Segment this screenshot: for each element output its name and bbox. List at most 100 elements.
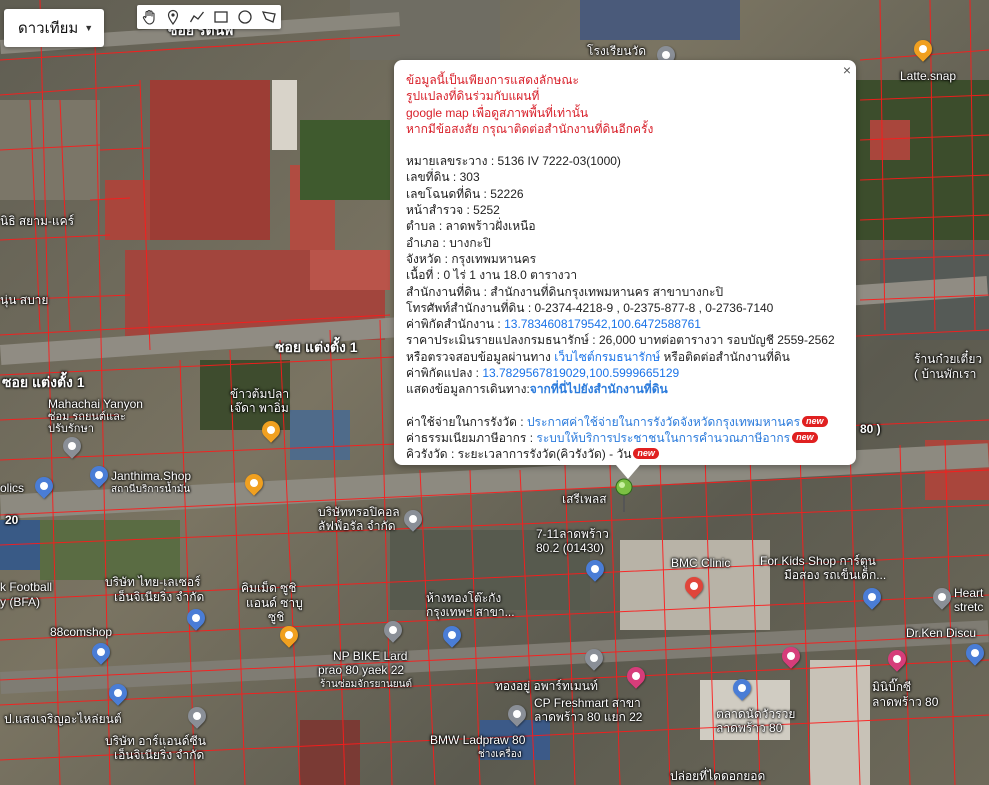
place-label: ช่างเครื่อง	[478, 749, 522, 760]
field-row: ค่าพิกัดแปลง : 13.7829567819029,100.5999…	[406, 366, 680, 381]
place-label: ลัฟฟ์อรัล จำกัด	[318, 519, 396, 533]
selected-parcel-marker-icon[interactable]	[614, 478, 634, 514]
disclaimer-line: ข้อมูลนี้เป็นเพียงการแสดงลักษณะ	[406, 73, 579, 87]
field-value: 0-2374-4218-9 , 0-2375-877-8 , 0-2736-71…	[534, 300, 774, 315]
field-label: โทรศัพท์สำนักงานที่ดิน	[406, 300, 525, 315]
polygon-icon	[261, 11, 276, 23]
marker-icon	[167, 9, 179, 25]
hand-icon	[142, 9, 155, 25]
new-badge: new	[633, 448, 659, 460]
place-label[interactable]: Dr.Ken Discu	[906, 627, 976, 640]
place-label[interactable]: Latte.snap	[900, 70, 956, 83]
field-value: กรุงเทพมหานคร	[451, 251, 537, 266]
field-row: ราคาประเมินรายแปลงกรมธนารักษ์ : 26,000 บ…	[406, 333, 835, 348]
field-row: เลขที่ดิน : 303	[406, 170, 480, 185]
place-label[interactable]: โรงเรียนวัด	[587, 45, 646, 58]
fee-row: ค่าใช้จ่ายในการรังวัด : ประกาศค่าใช้จ่าย…	[406, 414, 844, 430]
polyline-tool-button[interactable]	[185, 5, 209, 29]
field-label: ตำบล	[406, 219, 436, 234]
rectangle-icon	[214, 11, 228, 23]
road-label: ซอย แต่งตั้ง 1	[2, 374, 85, 390]
field-row: สำนักงานที่ดิน : สำนักงานที่ดินกรุงเทพมห…	[406, 284, 724, 299]
place-label[interactable]: ร้านก๋วยเตี๋ยว	[914, 353, 982, 366]
field-label: แสดงข้อมูลการเดินทาง:	[406, 382, 530, 397]
place-label[interactable]: มินิบิ๊กซี	[872, 681, 911, 694]
place-label: 80.2 (01430)	[536, 541, 605, 555]
field-row: อำเภอ : บางกะปิ	[406, 235, 491, 250]
field-value: 303	[459, 170, 480, 185]
place-label[interactable]: NP BIKE Lard	[333, 650, 407, 663]
check-prefix: หรือตรวจสอบข้อมูลผ่านทาง	[406, 349, 551, 364]
circle-tool-button[interactable]	[233, 5, 257, 29]
place-label[interactable]: 7-11ลาดพร้าว	[536, 528, 609, 541]
chevron-down-icon: ▼	[84, 23, 94, 33]
place-label[interactable]: บริษัททรอปิคอล	[318, 506, 400, 519]
treasury-website-link[interactable]: เว็บไซต์กรมธนารักษ์	[554, 350, 660, 364]
place-label[interactable]: 88comshop	[50, 626, 112, 639]
parcel-coordinate-link[interactable]: 13.7829567819029,100.5999665129	[482, 366, 679, 380]
disclaimer-line: google map เพื่อดูสภาพพื้นที่เท่านั้น	[406, 105, 589, 120]
close-icon[interactable]: ×	[843, 62, 851, 78]
place-label: ลาดพร้าว 80	[716, 721, 783, 735]
road-label: ซอย แต่งตั้ง 1	[275, 339, 358, 355]
place-label[interactable]: เสรีเพลส	[562, 493, 607, 506]
place-label: สถานีบริการน้ำมัน	[111, 484, 191, 495]
place-label[interactable]: บริษัท อาร์แอนด์ซีน	[105, 735, 206, 748]
survey-cost-link[interactable]: ประกาศค่าใช้จ่ายในการรังวัดจังหวัดกรุงเท…	[527, 415, 800, 429]
place-label[interactable]: ทองอยู่ อพาร์ทเมนท์	[495, 680, 598, 693]
place-label: แอนด์ ซาบู	[246, 596, 303, 610]
place-label[interactable]: For Kids Shop การ์ตูน	[760, 555, 876, 568]
rectangle-tool-button[interactable]	[209, 5, 233, 29]
place-label[interactable]: BMW Ladpraw 80	[430, 734, 525, 747]
place-label: ซูชิ	[268, 610, 285, 624]
field-row: จังหวัด : กรุงเทพมหานคร	[406, 251, 537, 266]
place-label[interactable]: บริษัท ไทย-เลเซอร์	[105, 576, 201, 589]
place-label[interactable]: BMC Clinic	[671, 557, 730, 570]
place-label[interactable]: ป.แสงเจริญอะไหล่ยนต์	[4, 713, 122, 726]
route-link[interactable]: จากที่นี่ไปยังสำนักงานที่ดิน	[530, 382, 668, 396]
disclaimer-line: หากมีข้อสงสัย กรุณาติดต่อสำนักงานที่ดินอ…	[406, 121, 654, 136]
place-label: ( บ้านพักเรา	[914, 367, 977, 381]
place-label[interactable]: ปล่อยที่ไดดอกยอด	[670, 770, 765, 783]
marker-tool-button[interactable]	[161, 5, 185, 29]
field-row: หมายเลขระวาง : 5136 IV 7222-03(1000)	[406, 154, 621, 169]
place-label[interactable]: Mahachai Yanyon	[48, 398, 143, 411]
place-label[interactable]: k Football	[0, 581, 52, 594]
hand-tool-button[interactable]	[137, 5, 161, 29]
field-row: เนื้อที่ : 0 ไร่ 1 งาน 18.0 ตารางวา	[406, 268, 578, 283]
field-label: หน้าสำรวจ	[406, 203, 464, 218]
field-value: 0 ไร่ 1 งาน 18.0 ตารางวา	[443, 268, 578, 283]
tax-service-link[interactable]: ระบบให้บริการประชาชนในการคำนวณภาษีอากร	[536, 431, 790, 445]
place-label[interactable]: ข้าวต้มปลา	[230, 388, 289, 401]
new-badge: new	[802, 415, 828, 427]
field-label: ราคาประเมินรายแปลงกรมธนารักษ์	[406, 333, 589, 348]
place-label[interactable]: olics	[0, 482, 24, 495]
office-coordinate-link[interactable]: 13.7834608179542,100.6472588761	[504, 317, 701, 331]
field-label: เนื้อที่	[406, 268, 434, 283]
field-row: แสดงข้อมูลการเดินทาง:จากที่นี่ไปยังสำนัก…	[406, 381, 844, 397]
field-label: อำเภอ	[406, 235, 440, 250]
place-label: เอ็นจิเนียริ่ง จำกัด	[114, 590, 205, 604]
place-label[interactable]: Janthima.Shop	[111, 470, 191, 483]
field-row: เลขโฉนดที่ดิน : 52226	[406, 186, 524, 201]
field-label: จังหวัด	[406, 251, 442, 266]
check-suffix: หรือติดต่อสำนักงานที่ดิน	[663, 349, 790, 364]
polygon-tool-button[interactable]	[257, 5, 281, 29]
disclaimer-line: รูปแปลงที่ดินร่วมกับแผนที่	[406, 89, 540, 104]
place-label[interactable]: คิมเม็ด ซูชิ	[241, 582, 296, 595]
place-label: ลาดพร้าว 80 แยก 22	[534, 710, 643, 724]
field-value: 5136 IV 7222-03(1000)	[497, 154, 621, 169]
survey-queue-value: ระยะเวลาการรังวัด(คิวรังวัด) - วัน	[457, 447, 632, 462]
place-label[interactable]: นุ่น สบาย	[0, 294, 48, 307]
place-label[interactable]: ห้างทองโต๊ะกัง	[426, 592, 501, 605]
place-label[interactable]: ตลาดนัดวัวรวย	[716, 708, 795, 721]
place-label[interactable]: นิธิ สยาม-แคร์	[0, 215, 74, 228]
field-row: หรือตรวจสอบข้อมูลผ่านทาง เว็บไซต์กรมธนาร…	[406, 349, 844, 365]
place-label[interactable]: Heart	[954, 587, 983, 600]
field-value: ลาดพร้าวฝั่งเหนือ	[445, 219, 536, 234]
field-label: หมายเลขระวาง	[406, 154, 488, 169]
map-type-dropdown[interactable]: ดาวเทียม ▼	[4, 9, 104, 47]
place-label[interactable]: CP Freshmart สาขา	[534, 697, 641, 710]
circle-icon	[238, 10, 252, 24]
field-value: 5252	[473, 203, 500, 218]
